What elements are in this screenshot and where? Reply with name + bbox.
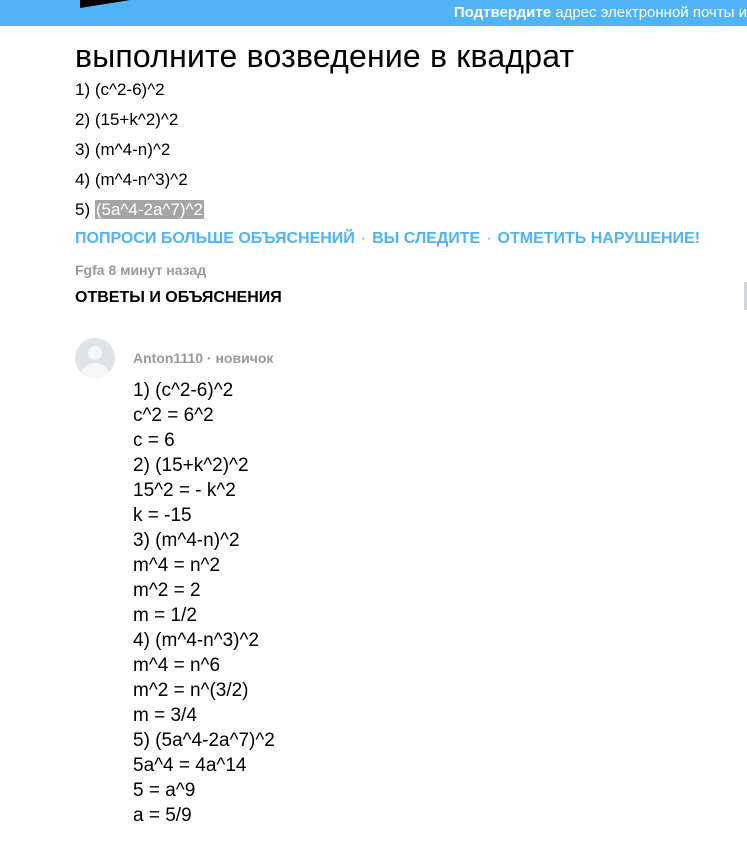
- author-name[interactable]: Anton1110: [133, 350, 203, 366]
- answer-line: 15^2 = - k^2: [133, 480, 236, 501]
- answer-line: 5 = a^9: [133, 780, 196, 801]
- answer-line: 5) (5a^4-2a^7)^2: [133, 730, 275, 751]
- selected-text: (5a^4-2a^7)^2: [94, 200, 204, 219]
- answer-body: 1) (c^2-6)^2 c^2 = 6^2 c = 6 2) (15+k^2)…: [133, 378, 275, 828]
- answer-line: 2) (15+k^2)^2: [133, 455, 249, 476]
- question-task-list: 1) (c^2-6)^2 2) (15+k^2)^2 3) (m^4-n)^2 …: [75, 80, 204, 230]
- top-notification-bar: Подтвердите адрес электронной почты и: [0, 0, 747, 26]
- asker-name[interactable]: Fgfa: [75, 262, 105, 278]
- answer-line: 5a^4 = 4a^14: [133, 755, 247, 776]
- task-item-prefix: 5): [75, 200, 91, 219]
- task-item: 4) (m^4-n^3)^2: [75, 170, 188, 189]
- task-item: 1) (c^2-6)^2: [75, 80, 165, 99]
- task-item: 3) (m^4-n)^2: [75, 140, 171, 159]
- question-meta: Fgfa 8 минут назад: [75, 262, 206, 278]
- answer-line: m^2 = n^(3/2): [133, 680, 249, 701]
- answer-line: k = -15: [133, 505, 192, 526]
- ask-more-link[interactable]: ПОПРОСИ БОЛЬШЕ ОБЪЯСНЕНИЙ: [75, 230, 355, 247]
- confirm-bold-text: Подтвердите: [453, 4, 552, 21]
- answer-line: 1) (c^2-6)^2: [133, 380, 234, 401]
- answer-line: a = 5/9: [133, 805, 192, 826]
- separator: ·: [360, 230, 367, 247]
- answers-heading: ОТВЕТЫ И ОБЪЯСНЕНИЯ: [75, 289, 282, 306]
- author-rank: · новичок: [206, 350, 274, 366]
- answer-line: c^2 = 6^2: [133, 405, 214, 426]
- answer-author: Anton1110 · новичок: [133, 350, 273, 366]
- report-link[interactable]: ОТМЕТИТЬ НАРУШЕНИЕ!: [498, 230, 701, 247]
- task-item: 2) (15+k^2)^2: [75, 110, 179, 129]
- logo[interactable]: [80, 0, 130, 8]
- email-confirm-notice[interactable]: Подтвердите адрес электронной почты и: [454, 4, 747, 21]
- answer-line: m^2 = 2: [133, 580, 201, 601]
- answer-line: m = 3/4: [133, 705, 197, 726]
- answer-line: 4) (m^4-n^3)^2: [133, 630, 259, 651]
- following-link[interactable]: ВЫ СЛЕДИТЕ: [372, 230, 480, 247]
- answer-line: 3) (m^4-n)^2: [133, 530, 240, 551]
- avatar-body-shape: [81, 363, 109, 378]
- question-title: выполните возведение в квадрат: [75, 38, 575, 74]
- answer-line: c = 6: [133, 430, 175, 451]
- avatar[interactable]: [75, 338, 115, 378]
- question-time: 8 минут назад: [108, 262, 207, 278]
- question-actions: ПОПРОСИ БОЛЬШЕ ОБЪЯСНЕНИЙ · ВЫ СЛЕДИТЕ · ОТМ…: [75, 230, 700, 248]
- avatar-head-shape: [88, 346, 102, 360]
- answer-line: m^4 = n^2: [133, 555, 221, 576]
- task-item: 5) (5a^4-2a^7)^2: [75, 200, 204, 230]
- answer-line: m^4 = n^6: [133, 655, 221, 676]
- answer-line: m = 1/2: [133, 605, 197, 626]
- separator: ·: [486, 230, 492, 247]
- confirm-rest-text: адрес электронной почты и: [555, 4, 747, 21]
